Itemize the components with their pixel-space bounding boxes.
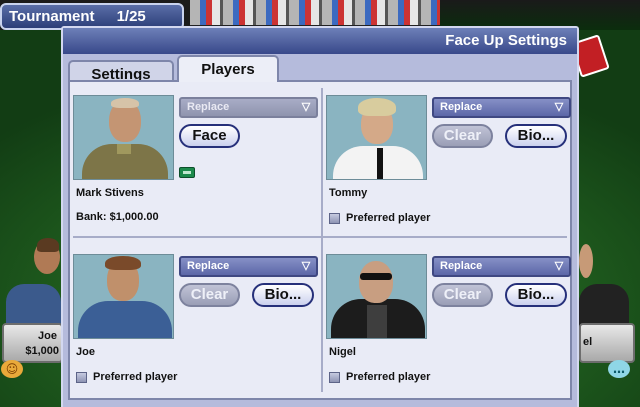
- replace-select-value: Replace: [440, 101, 483, 113]
- player-portrait: [73, 95, 174, 180]
- chevron-down-icon: ▽: [301, 260, 311, 272]
- replace-select[interactable]: Replace ▽: [179, 256, 318, 277]
- money-card-icon: [179, 167, 195, 178]
- background-player-plate-right: el: [579, 323, 635, 363]
- chat-bubble-icon: …: [608, 360, 630, 378]
- players-panel: Replace ▽ Face Mark Stivens Bank: $1,000…: [68, 80, 572, 400]
- replace-select[interactable]: Replace ▽: [432, 256, 571, 277]
- player-name: Mark Stivens: [76, 187, 144, 199]
- player-name: Joe: [76, 346, 95, 358]
- chevron-down-icon: ▽: [301, 101, 311, 113]
- player-portrait: [326, 95, 427, 180]
- player-slot-1: Replace ▽ Face Mark Stivens Bank: $1,000…: [73, 95, 318, 245]
- bank-balance: Bank: $1,000.00: [76, 211, 159, 223]
- player-name: Nigel: [329, 346, 356, 358]
- dialog-title: Face Up Settings: [63, 28, 577, 54]
- chip-rack: [190, 0, 440, 27]
- tab-players[interactable]: Players: [177, 55, 279, 82]
- tournament-label: Tournament: [9, 8, 95, 25]
- background-player-name-left: Joe: [38, 330, 57, 342]
- replace-select-value: Replace: [187, 260, 230, 272]
- chevron-down-icon: ▽: [554, 260, 564, 272]
- face-up-settings-dialog: Face Up Settings Settings Players Replac…: [61, 26, 579, 407]
- tournament-progress: 1/25: [116, 8, 146, 25]
- chevron-down-icon: ▽: [554, 101, 564, 113]
- bank-amount: $1,000.00: [109, 211, 159, 223]
- replace-select: Replace ▽: [179, 97, 318, 118]
- checkbox-icon[interactable]: [329, 371, 340, 383]
- preferred-player-label: Preferred player: [93, 371, 178, 383]
- checkbox-icon[interactable]: [329, 212, 340, 224]
- preferred-player-label: Preferred player: [346, 371, 431, 383]
- replace-select-value: Replace: [187, 101, 230, 113]
- player-name: Tommy: [329, 187, 368, 199]
- preferred-player-option[interactable]: Preferred player: [329, 211, 430, 225]
- checkbox-icon[interactable]: [76, 371, 87, 383]
- background-player-plate-left: Joe $1,000: [2, 323, 63, 363]
- smiley-icon: ☺: [1, 360, 23, 378]
- bio-button[interactable]: Bio...: [505, 283, 567, 307]
- background-player-name-right: el: [583, 336, 593, 348]
- player-portrait: [326, 254, 427, 339]
- divider-vertical: [321, 88, 323, 392]
- player-portrait: [73, 254, 174, 339]
- background-player-amount-left: $1,000: [25, 345, 59, 357]
- replace-select[interactable]: Replace ▽: [432, 97, 571, 118]
- clear-button[interactable]: Clear: [179, 283, 240, 307]
- player-slot-4: Replace ▽ Clear Bio... Nigel Preferred p…: [326, 254, 571, 404]
- preferred-player-option[interactable]: Preferred player: [76, 370, 177, 384]
- face-button[interactable]: Face: [179, 124, 240, 148]
- bio-button[interactable]: Bio...: [505, 124, 567, 148]
- player-slot-2: Replace ▽ Clear Bio... Tommy Preferred p…: [326, 95, 571, 245]
- replace-select-value: Replace: [440, 260, 483, 272]
- bank-label: Bank:: [76, 211, 107, 223]
- preferred-player-label: Preferred player: [346, 212, 431, 224]
- bio-button[interactable]: Bio...: [252, 283, 314, 307]
- player-slot-3: Replace ▽ Clear Bio... Joe Preferred pla…: [73, 254, 318, 404]
- preferred-player-option[interactable]: Preferred player: [329, 370, 430, 384]
- clear-button[interactable]: Clear: [432, 283, 493, 307]
- clear-button[interactable]: Clear: [432, 124, 493, 148]
